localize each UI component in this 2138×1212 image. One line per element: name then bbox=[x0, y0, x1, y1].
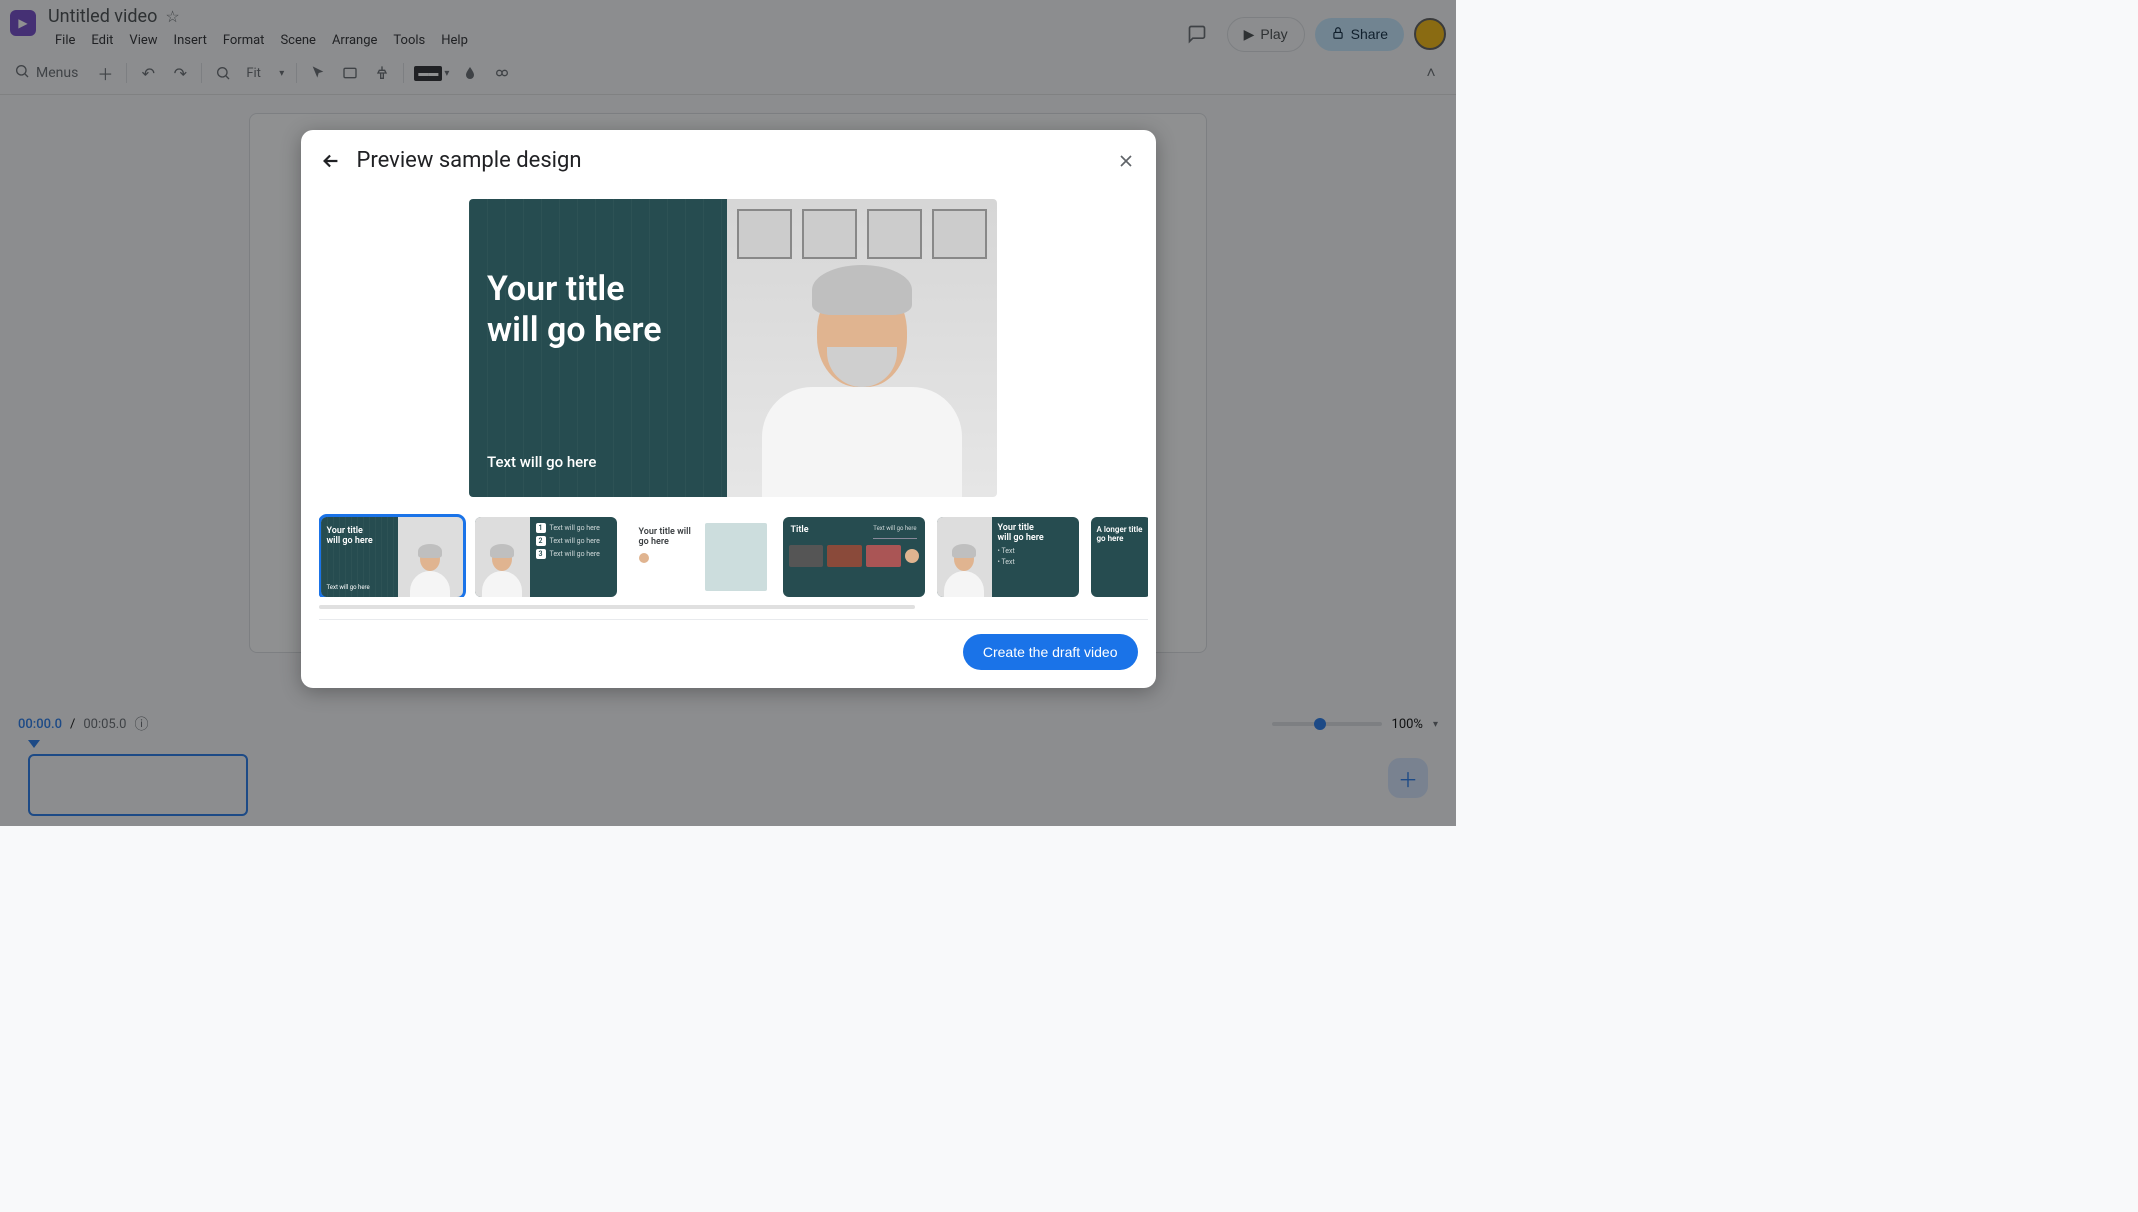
design-thumbnail-2[interactable]: 1Text will go here 2Text will go here 3T… bbox=[475, 517, 617, 597]
slide-subtitle: Text will go here bbox=[487, 453, 709, 477]
design-thumbnail-5[interactable]: Your title will go here • Text • Text bbox=[937, 517, 1079, 597]
thumbnail-strip: Your title will go hereText will go here… bbox=[319, 513, 1148, 597]
slide-title: Your titlewill go here bbox=[487, 269, 709, 351]
preview-slide: Your titlewill go here Text will go here bbox=[469, 199, 997, 497]
close-button[interactable] bbox=[1114, 149, 1138, 173]
design-thumbnail-6[interactable]: A longer title go here bbox=[1091, 517, 1148, 597]
preview-person-image bbox=[727, 199, 997, 497]
design-thumbnail-4[interactable]: Title Text will go here bbox=[783, 517, 925, 597]
back-button[interactable] bbox=[319, 149, 343, 173]
preview-area: Your titlewill go here Text will go here bbox=[319, 199, 1148, 497]
preview-design-modal: Preview sample design Your titlewill go … bbox=[301, 130, 1156, 688]
thumbnail-scrollbar[interactable] bbox=[319, 605, 916, 609]
create-draft-video-button[interactable]: Create the draft video bbox=[963, 634, 1138, 670]
modal-backdrop: Preview sample design Your titlewill go … bbox=[0, 0, 1456, 826]
design-thumbnail-3[interactable]: Your title will go here bbox=[629, 517, 771, 597]
modal-title: Preview sample design bbox=[357, 148, 582, 173]
design-thumbnail-1[interactable]: Your title will go hereText will go here bbox=[321, 517, 463, 597]
